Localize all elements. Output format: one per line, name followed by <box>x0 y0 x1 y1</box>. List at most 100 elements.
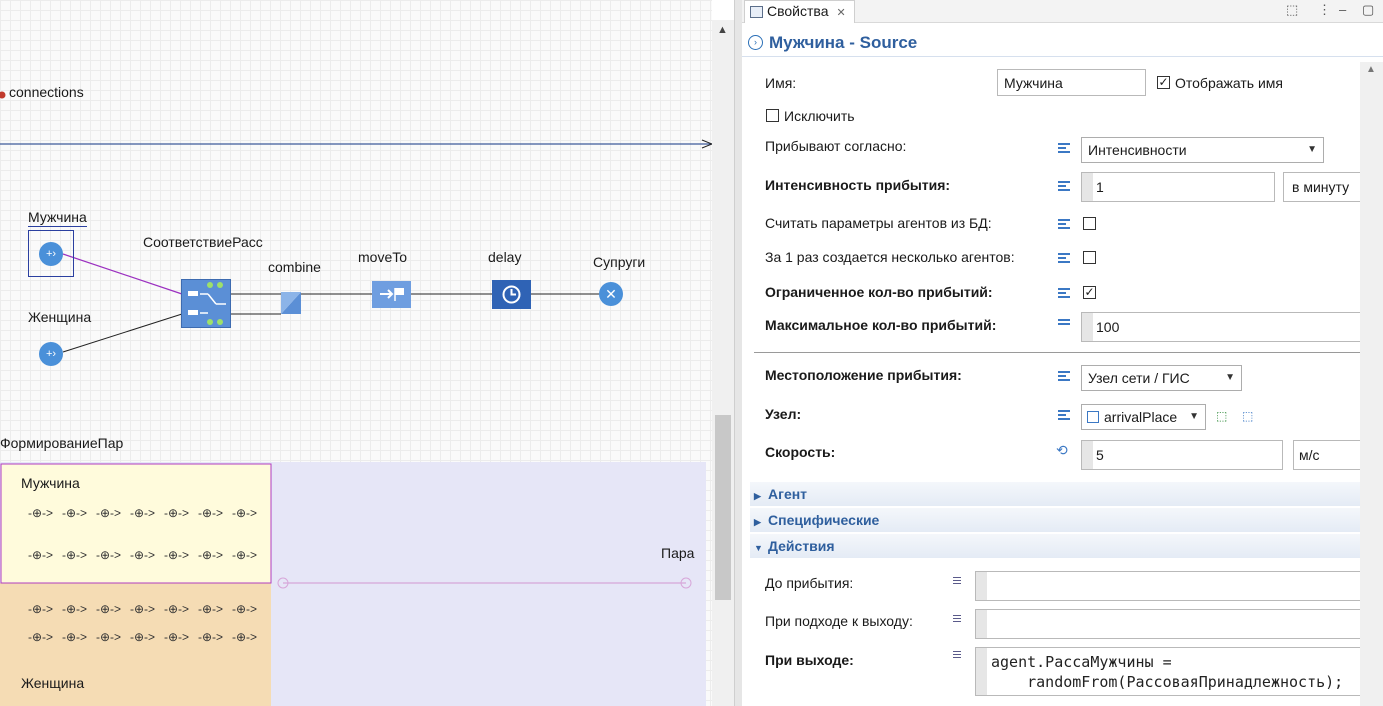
agent-glyph-icon: -⊕-> <box>198 548 224 562</box>
static-param-icon[interactable] <box>1058 253 1070 263</box>
moveto-block-icon[interactable] <box>372 281 411 308</box>
agent-glyph-icon: -⊕-> <box>130 630 156 644</box>
moveto-label: moveTo <box>358 249 408 265</box>
section-actions[interactable]: ▼ Действия <box>750 534 1360 558</box>
static-param-icon[interactable] <box>1058 371 1070 381</box>
dynamic-param-icon[interactable]: ⟲ <box>1056 442 1068 459</box>
pin-icon[interactable]: ⬚ <box>1286 2 1298 18</box>
canvas-drawing <box>0 91 712 706</box>
agent-glyph-icon: -⊕-> <box>62 506 88 520</box>
section-specific-label: Специфические <box>768 512 880 528</box>
static-param-icon[interactable] <box>1058 181 1070 191</box>
section-agent[interactable]: ▶ Агент <box>750 482 1360 506</box>
combine-block-icon[interactable] <box>281 290 301 314</box>
model-canvas[interactable]: connections Мужчина +› Женщина +› Соотве… <box>0 0 712 706</box>
agent-glyph-icon: -⊕-> <box>164 630 190 644</box>
rate-unit-select[interactable]: в минуту <box>1283 172 1360 202</box>
static-param-icon[interactable] <box>1058 219 1070 229</box>
speed-unit-value: м/с <box>1299 447 1320 463</box>
agent-glyph-icon: -⊕-> <box>164 602 190 616</box>
arrive-by-value: Интенсивности <box>1088 142 1187 158</box>
sink-icon[interactable]: ✕ <box>599 282 623 306</box>
value-param-icon[interactable] <box>1058 319 1070 329</box>
sink-label: Супруги <box>593 254 646 270</box>
before-arrival-field[interactable] <box>975 571 1360 601</box>
maximize-icon[interactable]: ▢ <box>1362 2 1374 18</box>
max-arrivals-field[interactable]: 100 <box>1081 312 1360 342</box>
arrive-by-label: Прибывают согласно: <box>765 138 907 154</box>
arrive-by-select[interactable]: Интенсивности ▼ <box>1081 137 1324 163</box>
code-icon[interactable] <box>953 577 961 588</box>
minimize-icon[interactable]: – <box>1339 2 1346 17</box>
limited-label: Ограниченное кол-во прибытий: <box>765 284 993 300</box>
static-param-icon[interactable] <box>1058 410 1070 420</box>
chevron-down-icon: ▼ <box>1189 411 1199 422</box>
speed-value: 5 <box>1096 447 1104 463</box>
match-block-icon[interactable] <box>181 279 231 328</box>
tab-properties[interactable]: Свойства ✕ <box>744 0 855 23</box>
page-title: Мужчина - Source <box>769 33 918 52</box>
agent-glyph-icon: -⊕-> <box>28 630 54 644</box>
select-node-icon[interactable]: ⬚ <box>1242 409 1253 423</box>
agent-glyph-icon: -⊕-> <box>96 630 122 644</box>
scroll-up-icon[interactable]: ▲ <box>717 24 728 36</box>
location-value: Узел сети / ГИС <box>1088 370 1190 386</box>
static-param-icon[interactable] <box>1058 143 1070 153</box>
agent-glyph-icon: -⊕-> <box>62 630 88 644</box>
chevron-right-icon: ▶ <box>754 491 761 501</box>
speed-field[interactable]: 5 <box>1081 440 1283 470</box>
max-arrivals-value: 100 <box>1096 319 1120 335</box>
code-icon[interactable] <box>953 651 961 662</box>
on-exit-label: При выходе: <box>765 652 854 668</box>
agent-glyph-icon: -⊕-> <box>96 602 122 616</box>
on-approach-field[interactable] <box>975 609 1360 639</box>
scroll-up-icon[interactable]: ▲ <box>1366 64 1376 75</box>
node-select[interactable]: arrivalPlace ▼ <box>1081 404 1206 430</box>
read-db-label: Считать параметры агентов из БД: <box>765 215 992 231</box>
match-label: СоответствиеРасс <box>143 234 263 250</box>
agent-glyph-icon: -⊕-> <box>28 602 54 616</box>
exclude-checkbox[interactable] <box>766 109 779 122</box>
name-field[interactable]: Мужчина <box>997 69 1146 96</box>
speed-unit-select[interactable]: м/с <box>1293 440 1360 470</box>
agent-glyph-icon: -⊕-> <box>130 548 156 562</box>
on-exit-code-line: agent.РассаМужчины = <box>991 653 1172 671</box>
view-menu-icon[interactable]: ⋮ <box>1318 2 1331 18</box>
canvas-scrollbar[interactable]: ▲ <box>712 20 734 706</box>
agent-glyph-icon: -⊕-> <box>28 506 54 520</box>
name-label: Имя: <box>765 75 797 91</box>
agent-glyph-icon: -⊕-> <box>96 506 122 520</box>
limited-checkbox[interactable]: ✓ <box>1083 286 1096 299</box>
chevron-down-icon: ▼ <box>1307 144 1317 155</box>
close-icon[interactable]: ✕ <box>836 7 845 19</box>
multi-agents-label: За 1 раз создается несколько агентов: <box>765 249 1015 265</box>
agent-glyph-icon: -⊕-> <box>232 506 258 520</box>
panel-scrollbar[interactable]: ▲ <box>1360 62 1383 706</box>
source-type-icon: › <box>748 35 763 50</box>
read-db-checkbox[interactable] <box>1083 217 1096 230</box>
source-icon[interactable]: +› <box>39 242 63 266</box>
rate-value: 1 <box>1096 179 1104 195</box>
section-specific[interactable]: ▶ Специфические <box>750 508 1360 532</box>
agent-glyph-icon: -⊕-> <box>198 630 224 644</box>
static-param-icon[interactable] <box>1058 288 1070 298</box>
show-name-checkbox[interactable]: ✓ <box>1157 76 1170 89</box>
multi-agents-checkbox[interactable] <box>1083 251 1096 264</box>
add-node-icon[interactable]: ⬚ <box>1216 409 1227 423</box>
connections-label: connections <box>9 84 84 100</box>
on-exit-field[interactable]: agent.РассаМужчины = randomFrom(Рассовая… <box>975 647 1360 696</box>
node-value: arrivalPlace <box>1104 409 1178 425</box>
agent-glyph-icon: -⊕-> <box>62 548 88 562</box>
clock-icon[interactable] <box>492 280 531 309</box>
woman-area-label: Женщина <box>21 675 85 691</box>
agent-glyph-icon: -⊕-> <box>232 548 258 562</box>
source-icon[interactable]: +› <box>39 342 63 366</box>
rate-field[interactable]: 1 <box>1081 172 1275 202</box>
show-name-label: Отображать имя <box>1175 75 1283 91</box>
location-select[interactable]: Узел сети / ГИС ▼ <box>1081 365 1242 391</box>
chevron-down-icon: ▼ <box>754 543 763 553</box>
scroll-thumb[interactable] <box>715 415 731 600</box>
agent-glyph-icon: -⊕-> <box>28 548 54 562</box>
chevron-down-icon: ▼ <box>1225 372 1235 383</box>
code-icon[interactable] <box>953 615 961 626</box>
